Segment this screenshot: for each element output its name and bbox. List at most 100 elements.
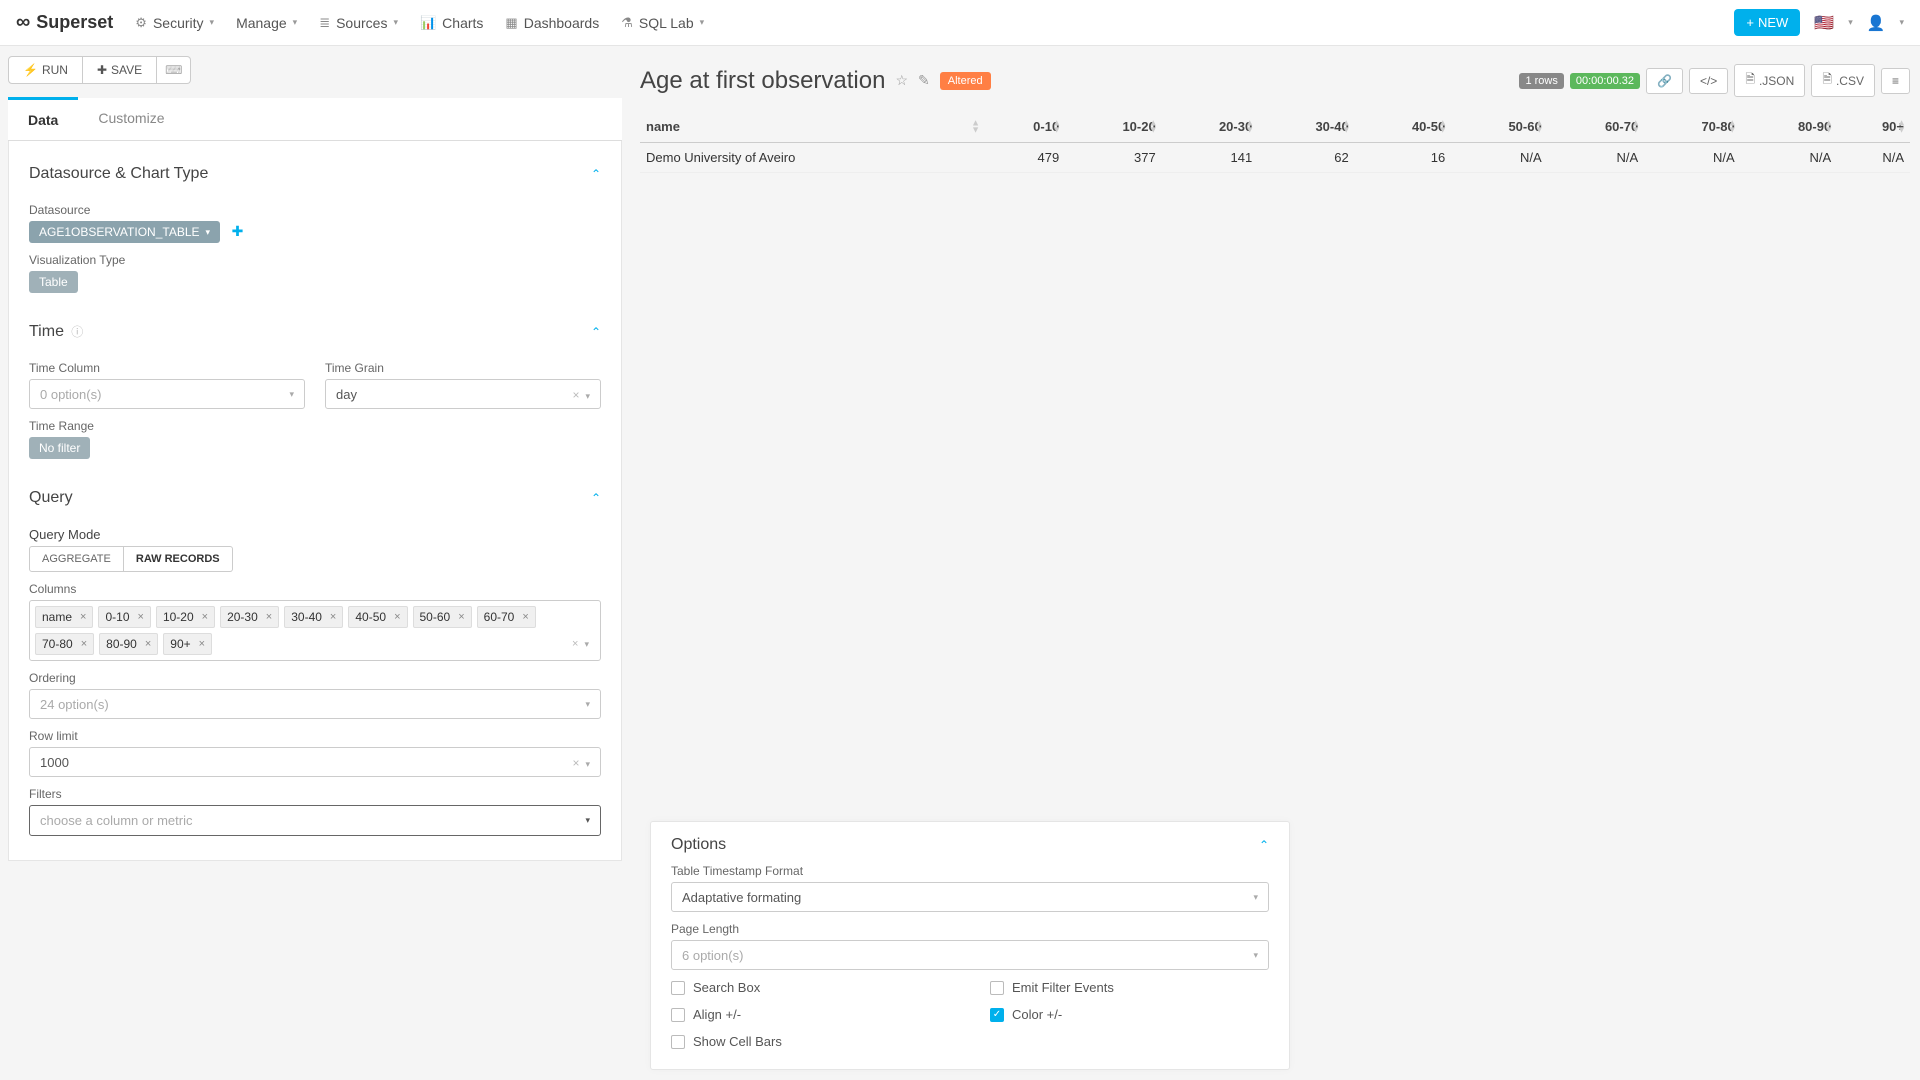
chk-color[interactable]: ✓Color +/- xyxy=(990,1007,1269,1022)
column-tag[interactable]: 80-90× xyxy=(99,633,158,655)
column-tag[interactable]: 70-80× xyxy=(35,633,94,655)
logo[interactable]: ∞ Superset xyxy=(16,11,113,34)
time-range-pill[interactable]: No filter xyxy=(29,437,90,459)
col-90plus[interactable]: 90+▲▼ xyxy=(1837,111,1910,143)
remove-icon[interactable]: × xyxy=(458,611,464,623)
ordering-select[interactable]: 24 option(s)▾ xyxy=(29,689,601,719)
column-tag[interactable]: 40-50× xyxy=(348,606,407,628)
cell: 62 xyxy=(1258,143,1355,173)
remove-icon[interactable]: × xyxy=(522,611,528,623)
column-tag[interactable]: 10-20× xyxy=(156,606,215,628)
pagelen-select[interactable]: 6 option(s)▾ xyxy=(671,940,1269,970)
file-icon: 🗎 xyxy=(1745,70,1755,91)
filters-label: Filters xyxy=(29,787,601,801)
mode-raw-records[interactable]: RAW RECORDS xyxy=(124,546,233,572)
tab-customize[interactable]: Customize xyxy=(78,98,184,140)
column-tag[interactable]: 0-10× xyxy=(98,606,150,628)
run-button[interactable]: ⚡RUN xyxy=(8,56,83,84)
time-column-select[interactable]: 0 option(s)▾ xyxy=(29,379,305,409)
ts-format-label: Table Timestamp Format xyxy=(671,864,1269,878)
csv-button[interactable]: 🗎.CSV xyxy=(1811,64,1875,97)
datasource-pill[interactable]: AGE1OBSERVATION_TABLE▾ xyxy=(29,221,220,243)
chk-align[interactable]: Align +/- xyxy=(671,1007,950,1022)
keyboard-button[interactable]: ⌨ xyxy=(157,56,191,84)
chk-search-box[interactable]: Search Box xyxy=(671,980,950,995)
col-70-80[interactable]: 70-80▲▼ xyxy=(1644,111,1741,143)
json-button[interactable]: 🗎.JSON xyxy=(1734,64,1805,97)
column-tag[interactable]: name× xyxy=(35,606,93,628)
new-button[interactable]: +NEW xyxy=(1734,9,1800,36)
star-icon[interactable]: ☆ xyxy=(895,72,908,89)
col-60-70[interactable]: 60-70▲▼ xyxy=(1548,111,1645,143)
clear-icon[interactable]: × xyxy=(572,388,579,402)
remove-icon[interactable]: × xyxy=(202,611,208,623)
save-button[interactable]: ✚SAVE xyxy=(83,56,157,84)
options-header[interactable]: Options ⌃ xyxy=(671,836,1269,854)
menu-button[interactable]: ≡ xyxy=(1881,68,1910,94)
chk-emit-filter[interactable]: Emit Filter Events xyxy=(990,980,1269,995)
time-badge: 00:00:00.32 xyxy=(1570,73,1640,89)
col-0-10[interactable]: 0-10▲▼ xyxy=(984,111,1065,143)
embed-button[interactable]: </> xyxy=(1689,68,1728,94)
columns-select[interactable]: name× 0-10× 10-20× 20-30× 30-40× 40-50× … xyxy=(29,600,601,661)
user-icon[interactable]: 👤 xyxy=(1867,14,1886,32)
nav-left: ∞ Superset ⚙Security▾ Manage▾ ≣Sources▾ … xyxy=(16,11,704,34)
filters-select[interactable]: choose a column or metric▾ xyxy=(29,805,601,836)
chevron-up-icon: ⌃ xyxy=(591,325,601,339)
time-grain-select[interactable]: day×▾ xyxy=(325,379,601,409)
nav-manage[interactable]: Manage▾ xyxy=(236,15,297,31)
section-datasource-header[interactable]: Datasource & Chart Type ⌃ xyxy=(29,155,601,193)
edit-icon[interactable]: ✎ xyxy=(918,72,930,89)
column-tag[interactable]: 90+× xyxy=(163,633,212,655)
chk-show-cell-bars[interactable]: Show Cell Bars xyxy=(671,1034,950,1049)
column-tag[interactable]: 50-60× xyxy=(413,606,472,628)
col-20-30[interactable]: 20-30▲▼ xyxy=(1162,111,1259,143)
col-30-40[interactable]: 30-40▲▼ xyxy=(1258,111,1355,143)
time-column-label: Time Column xyxy=(29,361,305,375)
section-query-header[interactable]: Query ⌃ xyxy=(29,479,601,517)
remove-icon[interactable]: × xyxy=(330,611,336,623)
datasource-row: AGE1OBSERVATION_TABLE▾ ✚ xyxy=(29,221,601,243)
mode-aggregate[interactable]: AGGREGATE xyxy=(29,546,124,572)
remove-icon[interactable]: × xyxy=(266,611,272,623)
column-tag[interactable]: 30-40× xyxy=(284,606,343,628)
col-40-50[interactable]: 40-50▲▼ xyxy=(1355,111,1452,143)
table-header-row: name▲▼ 0-10▲▼ 10-20▲▼ 20-30▲▼ 30-40▲▼ 40… xyxy=(640,111,1910,143)
remove-icon[interactable]: × xyxy=(138,611,144,623)
col-50-60[interactable]: 50-60▲▼ xyxy=(1451,111,1548,143)
rowlimit-select[interactable]: 1000×▾ xyxy=(29,747,601,777)
remove-icon[interactable]: × xyxy=(80,611,86,623)
nav-sources[interactable]: ≣Sources▾ xyxy=(319,15,398,31)
remove-icon[interactable]: × xyxy=(394,611,400,623)
nav-dashboards[interactable]: ▦Dashboards xyxy=(505,15,599,31)
col-name[interactable]: name▲▼ xyxy=(640,111,984,143)
col-80-90[interactable]: 80-90▲▼ xyxy=(1741,111,1838,143)
clear-icon[interactable]: × xyxy=(572,756,579,770)
viztype-label: Visualization Type xyxy=(29,253,601,267)
remove-icon[interactable]: × xyxy=(199,638,205,650)
remove-icon[interactable]: × xyxy=(145,638,151,650)
altered-badge: Altered xyxy=(940,72,991,90)
nav-security[interactable]: ⚙Security▾ xyxy=(135,15,214,31)
viztype-pill[interactable]: Table xyxy=(29,271,78,293)
options-panel: Options ⌃ Table Timestamp Format Adaptat… xyxy=(650,821,1290,1070)
ts-format-select[interactable]: Adaptative formating▾ xyxy=(671,882,1269,912)
section-time-header[interactable]: Time ⓘ ⌃ xyxy=(29,313,601,351)
remove-icon[interactable]: × xyxy=(81,638,87,650)
column-tag[interactable]: 20-30× xyxy=(220,606,279,628)
nav-charts[interactable]: 📊Charts xyxy=(420,15,483,31)
sort-icon: ▲▼ xyxy=(1342,119,1351,133)
file-icon: 🗎 xyxy=(1822,70,1832,91)
tab-data[interactable]: Data xyxy=(8,97,78,140)
link-button[interactable]: 🔗 xyxy=(1646,68,1683,94)
edit-datasource-icon[interactable]: ✚ xyxy=(232,223,244,239)
chevron-down-icon: ▾ xyxy=(585,815,590,826)
col-10-20[interactable]: 10-20▲▼ xyxy=(1065,111,1162,143)
ordering-label: Ordering xyxy=(29,671,601,685)
cell: N/A xyxy=(1741,143,1838,173)
clear-all-icon[interactable]: × xyxy=(572,638,578,650)
chevron-up-icon: ⌃ xyxy=(591,491,601,505)
lang-flag-us[interactable]: 🇺🇸 xyxy=(1814,13,1834,33)
nav-sqllab[interactable]: ⚗SQL Lab▾ xyxy=(621,15,704,31)
column-tag[interactable]: 60-70× xyxy=(477,606,536,628)
